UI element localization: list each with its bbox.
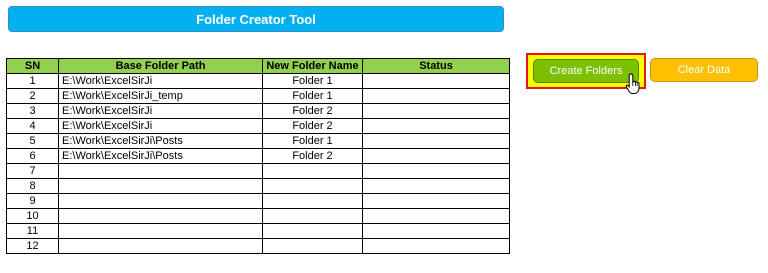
cell-base-folder-path[interactable]: E:\Work\ExcelSirJi [58,103,263,119]
cell-new-folder-name[interactable]: Folder 2 [262,103,363,119]
cell-status[interactable] [362,208,510,224]
table-row: 1 E:\Work\ExcelSirJi Folder 1 [6,73,510,89]
table-row: 7 [6,163,510,179]
cell-base-folder-path[interactable]: E:\Work\ExcelSirJi\Posts [58,133,263,149]
cell-new-folder-name[interactable] [262,163,363,179]
cell-new-folder-name[interactable]: Folder 2 [262,148,363,164]
cell-new-folder-name[interactable] [262,238,363,254]
table-row: 5 E:\Work\ExcelSirJi\Posts Folder 1 [6,133,510,149]
cell-status[interactable] [362,163,510,179]
cell-base-folder-path[interactable] [58,238,263,254]
table-row: 2 E:\Work\ExcelSirJi_temp Folder 1 [6,88,510,104]
cell-base-folder-path[interactable] [58,163,263,179]
create-folders-button[interactable]: Create Folders [533,59,639,83]
header-status: Status [362,58,510,74]
cell-status[interactable] [362,103,510,119]
cell-sn[interactable]: 10 [6,208,59,224]
table-row: 11 [6,223,510,239]
table-row: 3 E:\Work\ExcelSirJi Folder 2 [6,103,510,119]
cell-sn[interactable]: 4 [6,118,59,134]
cell-sn[interactable]: 8 [6,178,59,194]
table-row: 4 E:\Work\ExcelSirJi Folder 2 [6,118,510,134]
cell-sn[interactable]: 2 [6,88,59,104]
header-row: SN Base Folder Path New Folder Name Stat… [6,58,510,74]
hand-pointer-icon [625,73,640,94]
cell-new-folder-name[interactable] [262,178,363,194]
table-row: 6 E:\Work\ExcelSirJi\Posts Folder 2 [6,148,510,164]
cell-base-folder-path[interactable] [58,193,263,209]
cell-base-folder-path[interactable] [58,208,263,224]
cell-base-folder-path[interactable] [58,178,263,194]
cell-status[interactable] [362,118,510,134]
cell-sn[interactable]: 7 [6,163,59,179]
cell-base-folder-path[interactable]: E:\Work\ExcelSirJi_temp [58,88,263,104]
cell-status[interactable] [362,178,510,194]
table-row: 12 [6,238,510,254]
table-row: 9 [6,193,510,209]
cell-base-folder-path[interactable]: E:\Work\ExcelSirJi [58,118,263,134]
cell-new-folder-name[interactable]: Folder 1 [262,133,363,149]
tool-title: Folder Creator Tool [8,6,504,32]
cell-sn[interactable]: 3 [6,103,59,119]
table-row: 10 [6,208,510,224]
cell-status[interactable] [362,193,510,209]
cell-status[interactable] [362,238,510,254]
cell-new-folder-name[interactable] [262,208,363,224]
cell-sn[interactable]: 11 [6,223,59,239]
cell-status[interactable] [362,73,510,89]
cell-sn[interactable]: 6 [6,148,59,164]
cell-status[interactable] [362,88,510,104]
table-row: 8 [6,178,510,194]
cell-new-folder-name[interactable] [262,193,363,209]
cell-status[interactable] [362,148,510,164]
folder-table: SN Base Folder Path New Folder Name Stat… [6,58,510,254]
cell-sn[interactable]: 9 [6,193,59,209]
cell-sn[interactable]: 12 [6,238,59,254]
cell-new-folder-name[interactable]: Folder 2 [262,118,363,134]
cell-base-folder-path[interactable]: E:\Work\ExcelSirJi\Posts [58,148,263,164]
header-sn: SN [6,58,59,74]
cell-new-folder-name[interactable]: Folder 1 [262,88,363,104]
cell-new-folder-name[interactable] [262,223,363,239]
clear-data-button[interactable]: Clear Data [650,58,758,82]
cell-sn[interactable]: 5 [6,133,59,149]
cell-status[interactable] [362,133,510,149]
cell-base-folder-path[interactable]: E:\Work\ExcelSirJi [58,73,263,89]
header-new-folder-name: New Folder Name [262,58,363,74]
cell-sn[interactable]: 1 [6,73,59,89]
cell-new-folder-name[interactable]: Folder 1 [262,73,363,89]
cell-status[interactable] [362,223,510,239]
header-base-folder-path: Base Folder Path [58,58,263,74]
cell-base-folder-path[interactable] [58,223,263,239]
